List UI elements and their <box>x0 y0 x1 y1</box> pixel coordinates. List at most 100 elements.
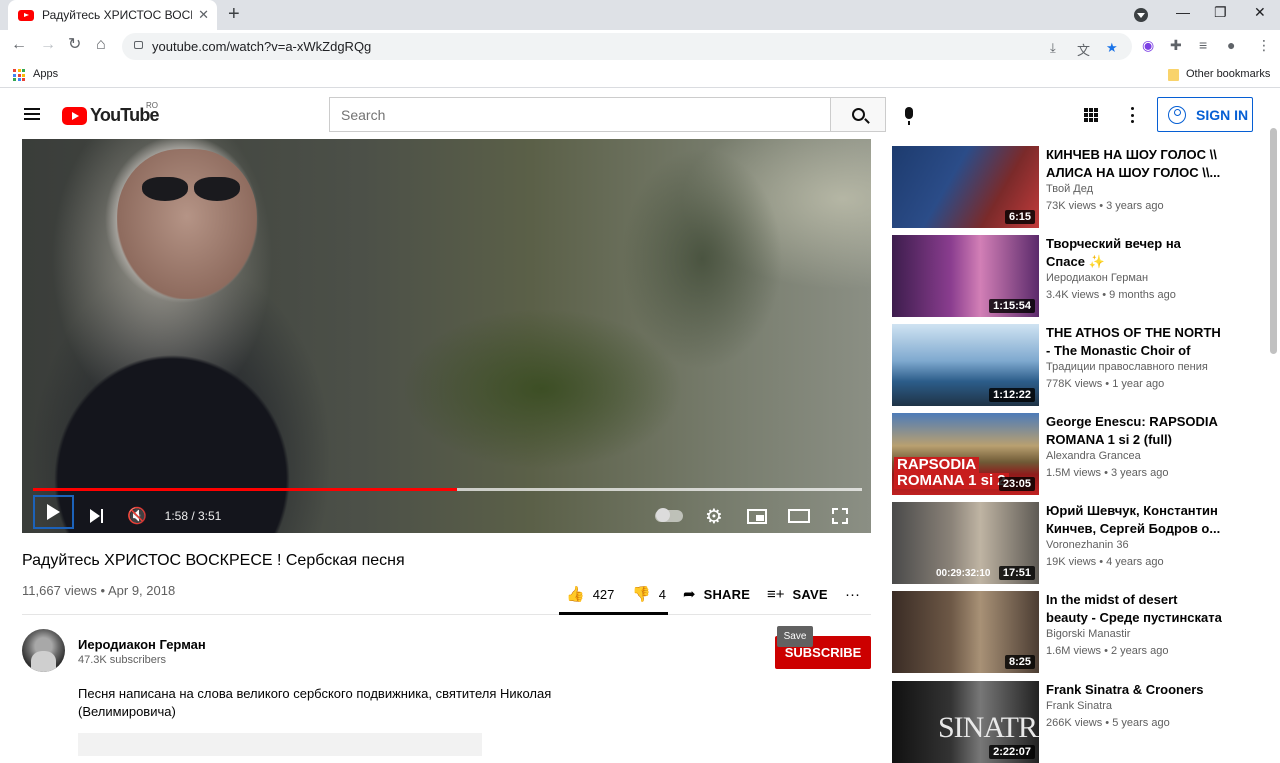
related-video[interactable]: SINATRA 2:22:07 Frank Sinatra & Crooners… <box>892 681 1262 763</box>
play-button[interactable] <box>33 495 74 529</box>
thumbnail-caption-line-1: RAPSODIA <box>894 457 980 473</box>
search-input[interactable]: Search <box>329 97 831 132</box>
gear-icon: ⚙ <box>705 505 723 528</box>
related-video-channel[interactable]: Bigorski Manastir <box>1046 628 1130 640</box>
related-video-title[interactable]: КИНЧЕВ НА ШОУ ГОЛОС \\ АЛИСА НА ШОУ ГОЛО… <box>1046 146 1222 182</box>
channel-name[interactable]: Иеродиакон Герман <box>78 637 206 652</box>
new-tab-icon[interactable]: + <box>228 4 240 24</box>
sign-in-button[interactable]: SIGN IN <box>1157 97 1253 132</box>
related-video-title[interactable]: Юрий Шевчук, Константин Кинчев, Сергей Б… <box>1046 502 1222 538</box>
dislike-button[interactable]: 👎 4 <box>632 584 666 604</box>
minimize-icon[interactable]: — <box>1176 4 1190 20</box>
more-actions-button[interactable]: ··· <box>845 584 860 604</box>
close-tab-icon[interactable]: ✕ <box>198 7 209 23</box>
info-divider <box>22 614 871 615</box>
autoplay-switch-icon <box>655 508 683 522</box>
related-video[interactable]: 00:29:32:10 17:51 Юрий Шевчук, Константи… <box>892 502 1262 584</box>
related-video-title[interactable]: Творческий вечер на Спасе ✨ <box>1046 235 1222 271</box>
related-video-channel[interactable]: Voronezhanin 36 <box>1046 539 1129 551</box>
forward-icon[interactable]: → <box>40 36 56 54</box>
video-description: Песня написана на слова великого сербско… <box>78 686 552 719</box>
share-label: SHARE <box>703 586 751 602</box>
page-scrollbar[interactable] <box>1270 128 1277 354</box>
autoplay-toggle[interactable] <box>654 501 684 531</box>
video-thumbnail[interactable]: RAPSODIA ROMANA 1 si 2 23:05 <box>892 413 1039 495</box>
extension-color-icon[interactable]: ◉ <box>1142 37 1154 54</box>
related-video-channel[interactable]: Alexandra Grancea <box>1046 450 1141 462</box>
time-display: 1:58 / 3:51 <box>163 501 223 531</box>
reload-icon[interactable]: ↻ <box>68 36 81 54</box>
related-video-title[interactable]: THE ATHOS OF THE NORTH - The Monastic Ch… <box>1046 324 1222 360</box>
media-control-icon[interactable]: ≡ <box>1199 37 1207 53</box>
settings-more-icon[interactable] <box>1131 107 1135 123</box>
microphone-icon[interactable] <box>905 107 913 125</box>
youtube-logo[interactable]: YouTube RO <box>62 101 160 126</box>
related-video[interactable]: 1:12:22 THE ATHOS OF THE NORTH - The Mon… <box>892 324 1262 406</box>
apps-grid-icon[interactable] <box>13 69 25 81</box>
video-frame-sunglasses <box>142 177 242 203</box>
save-label: SAVE <box>792 586 828 602</box>
url-text[interactable]: youtube.com/watch?v=a-xWkZdgRQg <box>152 39 371 54</box>
related-video-title[interactable]: In the midst of desert beauty - Среде пу… <box>1046 591 1222 627</box>
related-video-stats: 3.4K views • 9 months ago <box>1046 289 1176 301</box>
playlist-add-icon: ≡+ <box>767 585 785 603</box>
bookmark-other[interactable]: Other bookmarks <box>1186 68 1270 80</box>
video-thumbnail[interactable]: 00:29:32:10 17:51 <box>892 502 1039 584</box>
install-icon[interactable]: ⤓ <box>1050 40 1056 56</box>
maximize-icon[interactable]: ❐ <box>1214 4 1227 21</box>
bookmark-star-icon[interactable]: ★ <box>1106 40 1118 56</box>
related-video-title[interactable]: Frank Sinatra & Crooners <box>1046 681 1222 699</box>
like-count: 427 <box>592 586 615 602</box>
video-thumbnail[interactable]: 6:15 <box>892 146 1039 228</box>
lock-icon[interactable] <box>134 41 143 49</box>
region-code: RO <box>146 101 158 110</box>
related-video-channel[interactable]: Традиции православного пения <box>1046 361 1208 373</box>
close-window-icon[interactable]: ✕ <box>1254 4 1266 21</box>
apps-icon[interactable] <box>1084 108 1098 122</box>
related-video-channel[interactable]: Иеродиакон Герман <box>1046 272 1148 284</box>
video-duration: 6:15 <box>1004 210 1035 224</box>
save-button[interactable]: ≡+ SAVE <box>767 584 828 604</box>
theater-mode-button[interactable] <box>786 501 812 531</box>
related-video[interactable]: 1:15:54 Творческий вечер на Спасе ✨ Иеро… <box>892 235 1262 317</box>
related-video-channel[interactable]: Frank Sinatra <box>1046 700 1112 712</box>
profile-icon[interactable]: ● <box>1227 37 1235 53</box>
browser-tab[interactable]: Радуйтесь ХРИСТОС ВОСКРЕСЕ ! С ✕ <box>8 0 217 30</box>
menu-icon[interactable] <box>24 108 40 120</box>
home-icon[interactable]: ⌂ <box>96 36 106 54</box>
related-video[interactable]: 8:25 In the midst of desert beauty - Сре… <box>892 591 1262 673</box>
progress-bar[interactable] <box>33 488 862 491</box>
video-duration: 1:15:54 <box>989 299 1035 313</box>
fullscreen-button[interactable] <box>828 501 852 531</box>
tab-search-icon[interactable] <box>1134 8 1148 22</box>
chrome-menu-icon[interactable]: ⋮ <box>1257 37 1271 54</box>
back-icon[interactable]: ← <box>11 36 27 54</box>
search-button[interactable] <box>830 97 886 132</box>
video-thumbnail[interactable]: 8:25 <box>892 591 1039 673</box>
video-thumbnail[interactable]: 1:12:22 <box>892 324 1039 406</box>
address-bar[interactable]: youtube.com/watch?v=a-xWkZdgRQg ⤓ 文 ★ <box>122 33 1132 60</box>
related-video-title[interactable]: George Enescu: RAPSODIA ROMANA 1 si 2 (f… <box>1046 413 1222 449</box>
translate-icon[interactable]: 文 <box>1077 40 1090 59</box>
folder-icon <box>1168 69 1179 81</box>
video-duration: 17:51 <box>998 566 1035 580</box>
dislike-count: 4 <box>658 586 666 602</box>
related-video[interactable]: RAPSODIA ROMANA 1 si 2 23:05 George Enes… <box>892 413 1262 495</box>
bookmark-apps[interactable]: Apps <box>33 68 58 80</box>
video-player[interactable]: 🔇 1:58 / 3:51 ⚙ <box>22 139 871 533</box>
related-video-channel[interactable]: Твой Дед <box>1046 183 1093 195</box>
like-button[interactable]: 👍 427 <box>566 584 614 604</box>
next-button[interactable] <box>84 501 108 531</box>
settings-button[interactable]: ⚙ <box>702 501 726 531</box>
video-thumbnail[interactable]: SINATRA 2:22:07 <box>892 681 1039 763</box>
mute-button[interactable]: 🔇 <box>125 501 149 531</box>
search-icon <box>851 108 865 121</box>
more-horizontal-icon: ··· <box>845 585 860 603</box>
extensions-puzzle-icon[interactable]: ✚ <box>1170 37 1182 54</box>
related-video-stats: 73K views • 3 years ago <box>1046 200 1164 212</box>
video-thumbnail[interactable]: 1:15:54 <box>892 235 1039 317</box>
share-button[interactable]: ➦ SHARE <box>683 584 750 604</box>
related-video[interactable]: 6:15 КИНЧЕВ НА ШОУ ГОЛОС \\ АЛИСА НА ШОУ… <box>892 146 1262 228</box>
channel-avatar[interactable] <box>22 629 65 672</box>
miniplayer-button[interactable] <box>744 501 770 531</box>
